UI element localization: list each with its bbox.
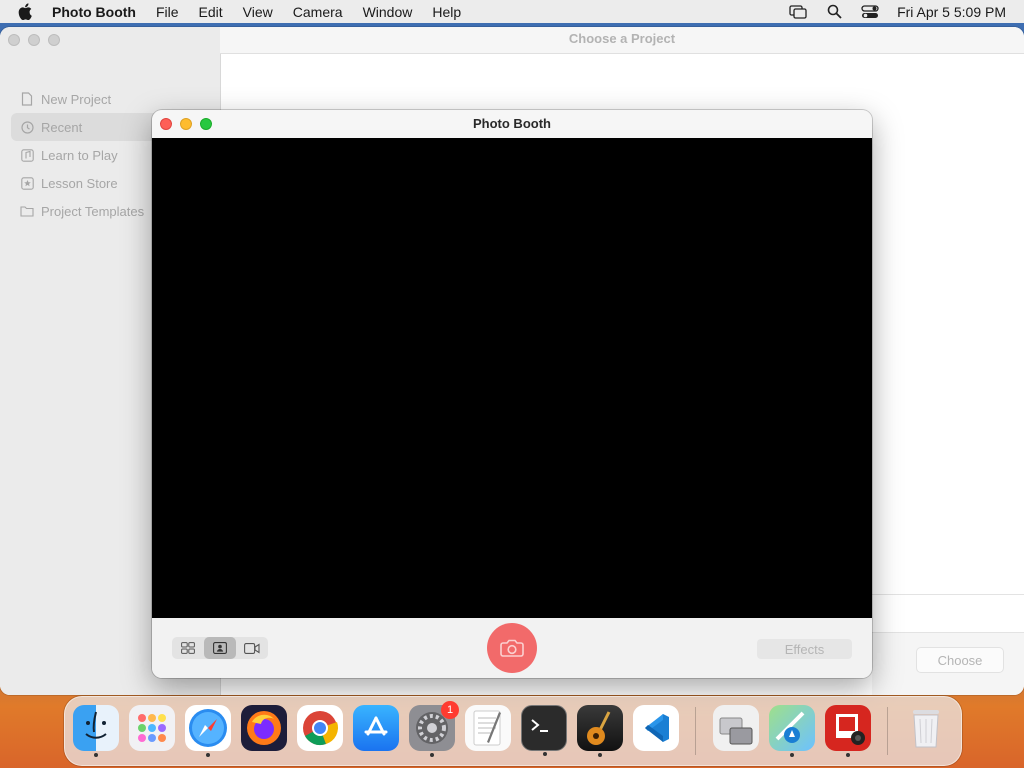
menu-window[interactable]: Window (363, 4, 413, 20)
grid-icon (181, 642, 195, 654)
star-icon (20, 176, 34, 190)
take-photo-button[interactable] (487, 623, 537, 673)
dock-separator (887, 707, 888, 755)
video-camera-icon (244, 642, 260, 654)
apple-menu-icon[interactable] (18, 3, 34, 20)
camera-preview (152, 138, 872, 618)
firefox-icon[interactable] (241, 705, 287, 751)
safari-icon[interactable] (185, 705, 231, 757)
sidebar-item-label: Lesson Store (41, 175, 118, 191)
spotlight-search-icon[interactable] (825, 4, 843, 20)
capture-mode-selector (172, 637, 268, 659)
window-title: Photo Booth (473, 116, 551, 131)
app-store-icon[interactable] (353, 705, 399, 751)
dock-separator (695, 707, 696, 755)
choose-button[interactable]: Choose (916, 647, 1004, 673)
divider (872, 594, 1024, 595)
document-icon (20, 92, 34, 106)
portrait-icon (213, 642, 227, 654)
four-up-mode-button[interactable] (172, 637, 204, 659)
menu-app-name[interactable]: Photo Booth (52, 4, 136, 20)
control-center-icon[interactable] (861, 4, 879, 20)
camera-icon (500, 639, 524, 657)
migration-assistant-icon[interactable] (713, 705, 759, 751)
minimize-button[interactable] (180, 118, 192, 130)
menu-edit[interactable]: Edit (199, 4, 223, 20)
notification-badge: 1 (441, 701, 459, 719)
screen-mirroring-icon[interactable] (789, 4, 807, 20)
sidebar-item-label: Recent (41, 119, 83, 135)
trash-icon[interactable] (903, 705, 949, 751)
maps-icon[interactable] (769, 705, 815, 757)
photo-booth-window: Photo Booth Effects (152, 110, 872, 678)
garageband-icon[interactable] (577, 705, 623, 757)
launchpad-icon[interactable] (129, 705, 175, 751)
menu-help[interactable]: Help (432, 4, 461, 20)
single-photo-mode-button[interactable] (204, 637, 236, 659)
title-bar: Photo Booth (152, 110, 872, 139)
menu-bar: Photo Booth File Edit View Camera Window… (0, 0, 1024, 23)
system-settings-icon[interactable]: 1 (409, 701, 459, 757)
photo-booth-icon[interactable] (825, 705, 871, 757)
sidebar-item-label: Project Templates (41, 203, 145, 219)
menu-file[interactable]: File (156, 4, 179, 20)
folder-icon (20, 204, 34, 218)
chrome-icon[interactable] (297, 705, 343, 751)
finder-icon[interactable] (73, 705, 119, 757)
sidebar-item-label: New Project (41, 91, 112, 107)
sidebar-item-label: Learn to Play (41, 147, 118, 163)
close-button[interactable] (8, 34, 20, 46)
vscode-icon[interactable] (633, 705, 679, 751)
photo-booth-toolbar: Effects (152, 618, 872, 678)
zoom-button[interactable] (48, 34, 60, 46)
terminal-icon[interactable] (521, 705, 567, 756)
window-title: Choose a Project (220, 27, 1024, 54)
effects-button[interactable]: Effects (757, 639, 852, 659)
menu-clock[interactable]: Fri Apr 5 5:09 PM (897, 4, 1006, 20)
music-note-icon (20, 148, 34, 162)
zoom-button[interactable] (200, 118, 212, 130)
sidebar-item-new-project[interactable]: New Project (11, 85, 209, 113)
textedit-icon[interactable] (465, 705, 511, 751)
menu-view[interactable]: View (243, 4, 273, 20)
menu-camera[interactable]: Camera (293, 4, 343, 20)
close-button[interactable] (160, 118, 172, 130)
video-mode-button[interactable] (236, 637, 268, 659)
dock: 1 (64, 696, 962, 766)
minimize-button[interactable] (28, 34, 40, 46)
clock-icon (20, 120, 34, 134)
